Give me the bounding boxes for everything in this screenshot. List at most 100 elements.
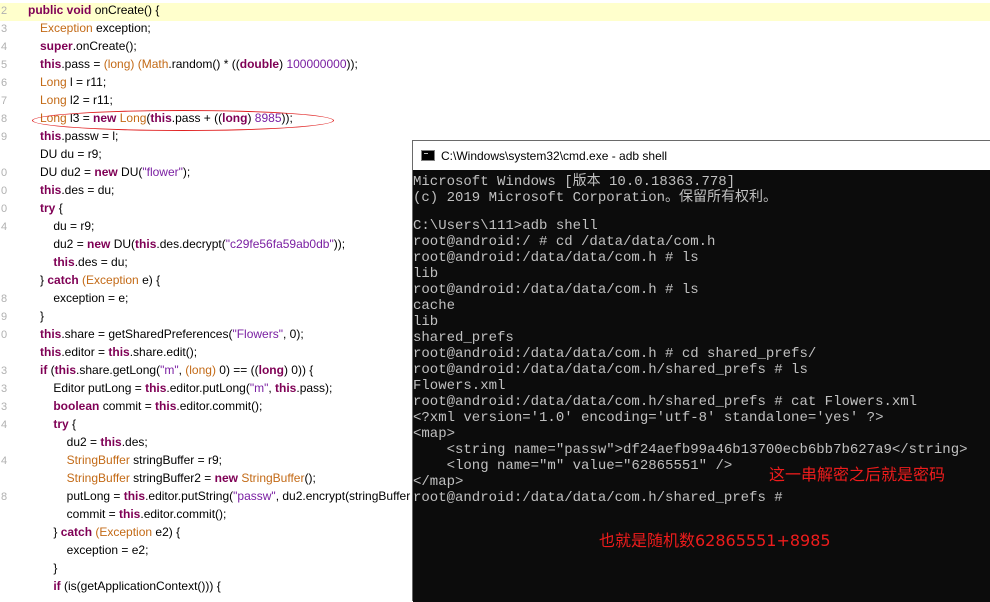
code-line: putLong = this.editor.putString("passw",… <box>40 489 411 507</box>
code-token: du2 = <box>40 435 101 449</box>
code-token: DU( <box>121 165 143 179</box>
code-line: this.share = getSharedPreferences("Flowe… <box>40 327 304 345</box>
code-token: .editor.putString( <box>145 489 234 503</box>
code-token: exception; <box>96 21 151 35</box>
code-token: double <box>239 57 280 71</box>
terminal-line: root@android:/ # cd /data/data/com.h <box>413 234 716 250</box>
cmd-window[interactable]: C:\Windows\system32\cmd.exe - adb shell … <box>412 140 990 602</box>
terminal-line: lib <box>413 314 439 330</box>
code-token: "flower" <box>142 165 183 179</box>
code-line: public void onCreate() { <box>0 3 990 21</box>
terminal-line: </map> <box>413 474 464 490</box>
code-line: try { <box>40 417 76 435</box>
code-line: this.editor = this.share.edit(); <box>40 345 197 363</box>
code-token: this <box>275 381 297 395</box>
terminal-line: <long name="m" value="62865551" /> <box>413 458 733 474</box>
code-line: du2 = this.des; <box>40 435 148 453</box>
code-token: this <box>40 183 62 197</box>
cmd-terminal[interactable]: root@android:/data/data/com.h/shared_pre… <box>413 170 990 602</box>
code-token: try <box>40 201 59 215</box>
code-token: .des = du; <box>74 255 128 269</box>
terminal-line: root@android:/data/data/com.h # ls <box>413 250 699 266</box>
code-token: exception = e2; <box>40 543 149 557</box>
code-token: this <box>145 381 167 395</box>
code-token: DU du = r9; <box>40 147 102 161</box>
code-token: super <box>40 39 73 53</box>
code-token: 0) == (( <box>219 363 259 377</box>
code-token: , 0); <box>282 327 304 341</box>
terminal-line: root@android:/data/data/com.h/shared_pre… <box>413 362 808 378</box>
code-token: , du2.encrypt(stringBuffer <box>275 489 411 503</box>
code-token: .pass); <box>296 381 333 395</box>
code-token: catch <box>47 273 83 287</box>
line-number: 6 <box>1 77 8 89</box>
code-token: stringBuffer = r9; <box>133 453 222 467</box>
code-token: this <box>123 489 146 503</box>
code-token: .random() * <box>168 57 232 71</box>
code-line: this.des = du; <box>40 183 114 201</box>
code-token: ) 0)) { <box>283 363 314 377</box>
code-token: if <box>53 579 65 593</box>
code-token: "c29fe56fa59ab0db" <box>225 237 334 251</box>
code-token: ); <box>182 165 191 179</box>
terminal-line: <string name="passw">df24aefb99a46b13700… <box>413 442 968 458</box>
code-token: StringBuffer <box>66 453 134 467</box>
code-token: onCreate() { <box>94 3 160 17</box>
code-token: new <box>94 165 122 179</box>
terminal-line: Microsoft Windows [版本 10.0.18363.778] <box>413 174 736 190</box>
code-token: Long <box>40 75 71 89</box>
terminal-line: C:\Users\111>adb shell <box>413 218 598 234</box>
line-number: 4 <box>1 455 8 467</box>
code-token: .pass = <box>61 57 104 71</box>
line-number: 4 <box>1 41 8 53</box>
code-token: void <box>66 3 95 17</box>
terminal-line: root@android:/data/data/com.h/shared_pre… <box>413 490 783 506</box>
line-number: 0 <box>1 329 8 341</box>
code-token: (long) <box>185 363 220 377</box>
code-token: e) { <box>142 273 161 287</box>
cmd-icon <box>421 150 435 161</box>
code-line: if (this.share.getLong("m", (long) 0) ==… <box>40 363 313 381</box>
code-token: } <box>40 525 61 539</box>
line-number: 9 <box>1 311 8 323</box>
code-token: boolean <box>53 399 103 413</box>
code-line: du2 = new DU(this.des.decrypt("c29fe56fa… <box>40 237 345 255</box>
code-line: commit = this.editor.commit(); <box>40 507 227 525</box>
code-token: } <box>40 561 58 575</box>
line-number: 3 <box>1 401 8 413</box>
cmd-titlebar[interactable]: C:\Windows\system32\cmd.exe - adb shell <box>413 141 990 170</box>
code-line: DU du = r9; <box>40 147 102 165</box>
code-token: .des = du; <box>61 183 115 197</box>
code-token: l2 = r11; <box>70 93 113 107</box>
code-token: (( <box>231 57 240 71</box>
code-token: .editor = <box>61 345 109 359</box>
line-number: 9 <box>1 131 8 143</box>
code-token: commit = <box>102 399 156 413</box>
line-number: 8 <box>1 113 8 125</box>
annotation-random-note: 也就是随机数62865551+8985 <box>599 531 831 550</box>
code-token: .editor.commit(); <box>140 507 227 521</box>
code-line: this.passw = l; <box>40 129 118 147</box>
code-line: } <box>40 309 44 327</box>
annotation-ellipse <box>32 110 334 131</box>
code-token: this <box>155 399 177 413</box>
code-token: , <box>268 381 276 395</box>
terminal-line: <map> <box>413 426 456 442</box>
code-token: )); <box>346 57 358 71</box>
code-line: this.pass = (long) (Math.random() * ((do… <box>40 57 358 75</box>
code-token: (Math <box>137 57 169 71</box>
terminal-line: lib <box>413 266 439 282</box>
terminal-line: root@android:/data/data/com.h # cd share… <box>413 346 817 362</box>
code-token: (long) <box>103 57 138 71</box>
terminal-line: Flowers.xml <box>413 378 506 394</box>
code-token: (Exception <box>95 525 156 539</box>
code-line: StringBuffer stringBuffer2 = new StringB… <box>40 471 316 489</box>
code-token: .onCreate(); <box>72 39 137 53</box>
code-line: DU du2 = new DU("flower"); <box>40 165 190 183</box>
code-token: if <box>40 363 51 377</box>
code-token: this <box>53 255 75 269</box>
code-token: { <box>72 417 77 431</box>
annotation-password-note: 这一串解密之后就是密码 <box>769 465 946 484</box>
